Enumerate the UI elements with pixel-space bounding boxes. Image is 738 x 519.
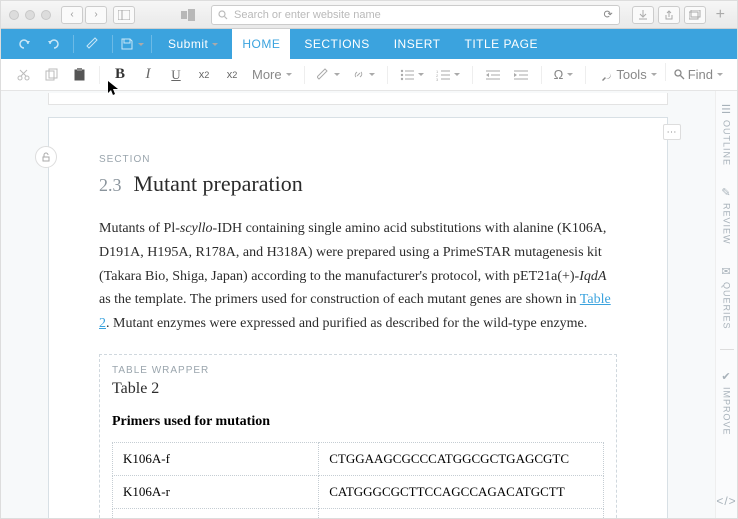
- queries-icon: ✉: [721, 265, 731, 278]
- link-icon: [352, 68, 365, 81]
- undo-icon: [17, 37, 31, 51]
- tabs-button[interactable]: [684, 6, 706, 24]
- code-toggle[interactable]: </>: [716, 494, 736, 508]
- highlight-button[interactable]: [313, 63, 344, 87]
- section-number: 2.3: [99, 175, 122, 196]
- formatting-toolbar: B I U x2 x2 More 123 Ω Tools Find: [1, 59, 737, 91]
- brush-button[interactable]: [80, 33, 106, 55]
- tabs-icon: [689, 10, 701, 20]
- indent-icon: [514, 69, 528, 81]
- outline-tab[interactable]: ☰OUTLINE: [721, 103, 732, 166]
- wrench-icon: [601, 69, 613, 81]
- review-tab[interactable]: ✎REVIEW: [721, 186, 731, 245]
- reload-icon[interactable]: ⟳: [603, 8, 612, 21]
- link-button[interactable]: [348, 63, 379, 87]
- redo-button[interactable]: [41, 33, 67, 55]
- zoom-dot[interactable]: [41, 10, 51, 20]
- review-icon: ✎: [721, 186, 731, 199]
- sidebar-toggle[interactable]: [113, 6, 135, 24]
- lock-indicator[interactable]: [35, 146, 57, 168]
- table-title[interactable]: Table 2: [112, 380, 604, 398]
- superscript-button[interactable]: x2: [220, 63, 244, 87]
- queries-tab[interactable]: ✉QUERIES: [721, 265, 731, 330]
- table-row: D191A-fCTGGGGGCTCTGGGCTGCCATCTGGTC: [113, 508, 604, 518]
- table-caption[interactable]: Primers used for mutation: [112, 414, 604, 430]
- downloads-button[interactable]: [632, 6, 654, 24]
- tab-insert[interactable]: INSERT: [384, 29, 451, 59]
- document-workspace[interactable]: ⋯ SECTION 2.3 Mutant preparation Mutants…: [1, 91, 715, 518]
- right-sidebar: ☰OUTLINE ✎REVIEW ✉QUERIES ✔IMPROVE </>: [715, 91, 737, 518]
- table-wrapper-label: TABLE WRAPPER: [112, 365, 604, 376]
- back-button[interactable]: ‹: [61, 6, 83, 24]
- numbering-button[interactable]: 123: [432, 63, 464, 87]
- document-page[interactable]: ⋯ SECTION 2.3 Mutant preparation Mutants…: [48, 117, 668, 518]
- section-label: SECTION: [99, 154, 617, 165]
- cut-button[interactable]: [11, 63, 35, 87]
- improve-tab[interactable]: ✔IMPROVE: [721, 370, 731, 436]
- tab-home[interactable]: HOME: [232, 29, 290, 59]
- redo-icon: [47, 37, 61, 51]
- numbering-icon: 123: [436, 69, 450, 81]
- table-wrapper[interactable]: TABLE WRAPPER Table 2 Primers used for m…: [99, 354, 617, 518]
- search-icon: [218, 10, 228, 20]
- symbol-button[interactable]: Ω: [550, 63, 578, 87]
- table-row: K106A-fCTGGAAGCGCCCATGGCGCTGAGCGTC: [113, 442, 604, 475]
- table-row: K106A-rCATGGGCGCTTCCAGCCAGACATGCTT: [113, 475, 604, 508]
- submit-menu[interactable]: Submit: [158, 29, 228, 59]
- download-icon: [638, 10, 648, 20]
- unlock-icon: [41, 152, 51, 162]
- bold-button[interactable]: B: [108, 63, 132, 87]
- subscript-button[interactable]: x2: [192, 63, 216, 87]
- reader-button[interactable]: [177, 6, 199, 24]
- improve-icon: ✔: [721, 370, 731, 383]
- highlighter-icon: [317, 68, 330, 81]
- more-formatting-menu[interactable]: More: [248, 63, 296, 87]
- address-placeholder: Search or enter website name: [234, 9, 381, 21]
- section-title[interactable]: Mutant preparation: [134, 171, 303, 197]
- outdent-icon: [486, 69, 500, 81]
- indent-button[interactable]: [509, 63, 533, 87]
- page-controls-toggle[interactable]: ⋯: [663, 124, 681, 140]
- paste-button[interactable]: [67, 63, 91, 87]
- find-menu[interactable]: Find: [670, 63, 727, 87]
- reader-icon: [181, 9, 195, 21]
- scissors-icon: [17, 68, 30, 81]
- sidebar-divider: [720, 349, 734, 350]
- share-icon: [664, 10, 674, 20]
- undo-button[interactable]: [11, 33, 37, 55]
- panel-icon: [118, 10, 130, 20]
- new-tab-button[interactable]: +: [712, 6, 729, 24]
- paste-icon: [73, 68, 86, 81]
- underline-button[interactable]: U: [164, 63, 188, 87]
- close-dot[interactable]: [9, 10, 19, 20]
- outdent-button[interactable]: [481, 63, 505, 87]
- ribbon-bar: Submit HOME SECTIONS INSERT TITLE PAGE: [1, 29, 737, 59]
- share-button[interactable]: [658, 6, 680, 24]
- italic-button[interactable]: I: [136, 63, 160, 87]
- brush-icon: [86, 37, 100, 51]
- window-controls: [9, 10, 51, 20]
- bullets-icon: [400, 69, 414, 81]
- bullets-button[interactable]: [396, 63, 428, 87]
- previous-page-edge: [48, 93, 668, 105]
- save-button[interactable]: [119, 33, 145, 55]
- forward-button[interactable]: ›: [85, 6, 107, 24]
- tab-sections[interactable]: SECTIONS: [294, 29, 379, 59]
- search-icon: [674, 69, 685, 80]
- save-icon: [120, 37, 134, 51]
- svg-text:3: 3: [436, 77, 439, 81]
- copy-icon: [45, 68, 58, 81]
- body-paragraph[interactable]: Mutants of Pl-scyllo-IDH containing sing…: [99, 217, 617, 336]
- browser-chrome: ‹ › Search or enter website name ⟳ +: [1, 1, 737, 29]
- address-bar[interactable]: Search or enter website name ⟳: [211, 5, 620, 25]
- copy-button[interactable]: [39, 63, 63, 87]
- outline-icon: ☰: [721, 103, 732, 116]
- tab-title-page[interactable]: TITLE PAGE: [455, 29, 548, 59]
- primers-table[interactable]: K106A-fCTGGAAGCGCCCATGGCGCTGAGCGTC K106A…: [112, 442, 604, 518]
- minimize-dot[interactable]: [25, 10, 35, 20]
- tools-menu[interactable]: Tools: [597, 63, 660, 87]
